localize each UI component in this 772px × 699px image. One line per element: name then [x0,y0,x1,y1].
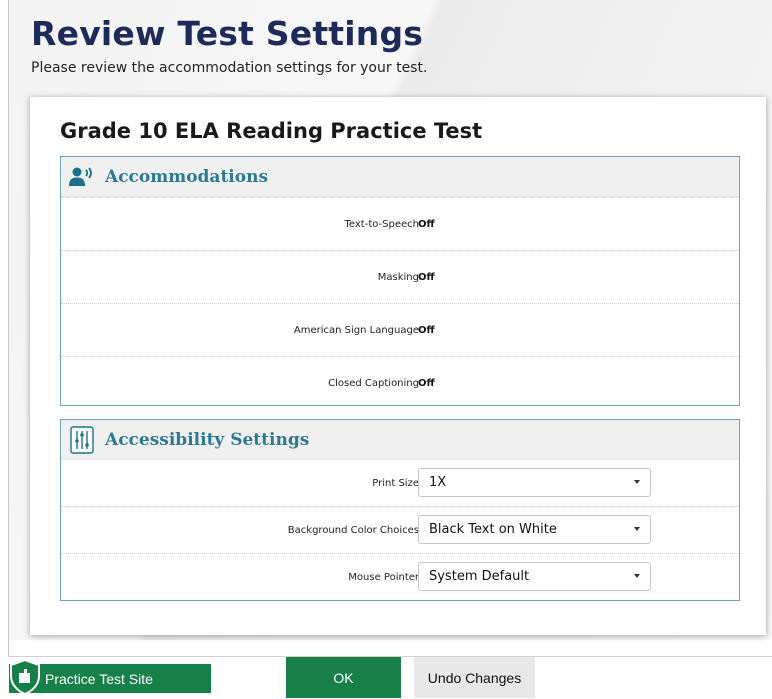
row-label: Text-to-Speech [344,218,419,230]
select-value: System Default [429,569,530,584]
row-label: Print Size [372,477,419,489]
accommodation-row-asl: American Sign Language Off [61,303,739,356]
row-label: Background Color Choices [287,524,419,536]
accommodations-header: Accommodations [61,157,739,197]
select-value: Black Text on White [429,522,557,537]
print-size-select[interactable]: 1X [418,468,651,497]
setting-row-print-size: Print Size 1X [61,460,739,506]
page-subtitle: Please review the accommodation settings… [31,60,428,76]
accommodations-title: Accommodations [105,166,269,187]
undo-changes-button[interactable]: Undo Changes [414,657,535,698]
accommodations-section: Accommodations Text-to-Speech Off Maskin… [60,156,740,406]
chevron-down-icon [634,527,640,531]
practice-site-label: Practice Test Site [45,670,153,687]
sliders-icon [67,425,97,455]
chevron-down-icon [634,480,640,484]
setting-row-background-color: Background Color Choices Black Text on W… [61,506,739,553]
accessibility-section: Accessibility Settings Print Size 1X Bac… [60,419,740,601]
accessibility-title: Accessibility Settings [105,429,310,450]
accessibility-header: Accessibility Settings [61,420,739,460]
accommodation-row-masking: Masking Off [61,250,739,303]
accommodation-row-text-to-speech: Text-to-Speech Off [61,197,739,250]
row-label: Masking [377,271,419,283]
speaking-person-icon [67,162,97,192]
setting-row-mouse-pointer: Mouse Pointer System Default [61,553,739,600]
row-value: Off [418,218,435,230]
row-label: American Sign Language [293,324,419,336]
left-divider [8,0,9,656]
row-value: Off [418,324,435,336]
test-name: Grade 10 ELA Reading Practice Test [60,119,483,143]
row-label: Closed Captioning [328,377,419,389]
chevron-down-icon [634,574,640,578]
select-value: 1X [429,475,447,490]
accommodation-row-closed-captioning: Closed Captioning Off [61,356,739,409]
row-value: Off [418,377,435,389]
row-label: Mouse Pointer [348,571,419,583]
shield-icon [9,658,41,696]
row-value: Off [418,271,435,283]
background-color-select[interactable]: Black Text on White [418,515,651,544]
page-title: Review Test Settings [31,14,424,53]
ok-button[interactable]: OK [286,657,401,698]
settings-card: Grade 10 ELA Reading Practice Test Accom… [30,97,766,635]
mouse-pointer-select[interactable]: System Default [418,562,651,591]
